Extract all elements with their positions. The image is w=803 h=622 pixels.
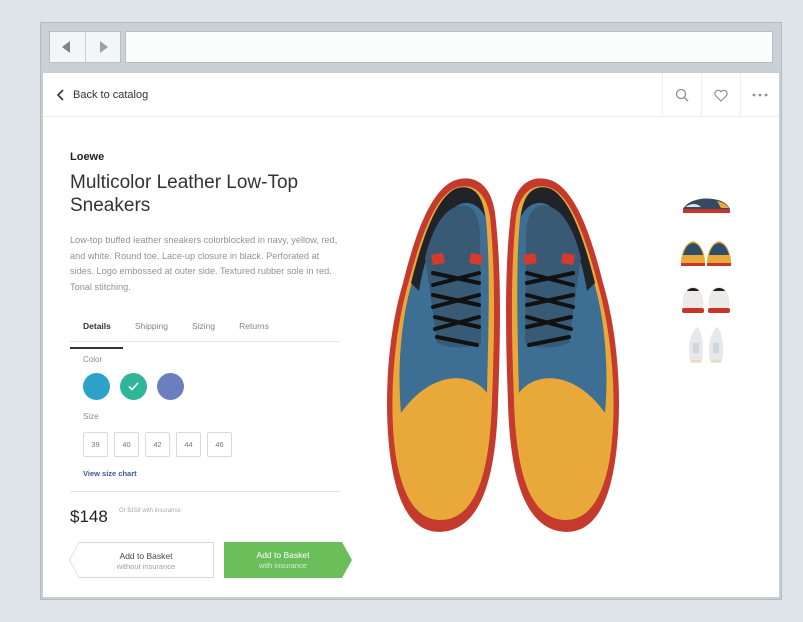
search-button[interactable] [662,73,701,117]
color-swatch[interactable] [120,373,147,400]
size-option[interactable]: 40 [114,432,139,457]
back-arrow-icon [57,89,64,101]
more-button[interactable] [740,73,779,117]
price-divider [70,491,340,492]
product-brand: Loewe [70,151,105,163]
browser-back-button[interactable] [50,32,85,62]
thumbnail-side-view[interactable] [677,183,735,227]
product-title: Multicolor Leather Low-Top Sneakers [70,172,299,216]
wishlist-button[interactable] [701,73,740,117]
size-options: 39 40 42 44 46 [83,432,232,457]
add-to-basket-without-insurance-button[interactable]: Add to Basket without insurance [69,542,214,578]
page-header: Back to catalog [43,73,779,117]
color-swatch[interactable] [83,373,110,400]
checkmark-icon [128,382,139,391]
product-price: $148 [70,507,108,526]
right-sneaker [506,178,619,532]
chevron-right-icon [99,41,108,53]
header-actions [662,73,779,117]
product-description: Low-top buffed leather sneakers colorblo… [70,235,338,292]
color-swatch[interactable] [157,373,184,400]
size-label: Size [83,412,99,421]
thumbnail-top-view[interactable] [677,323,735,367]
size-option[interactable]: 39 [83,432,108,457]
back-to-catalog-link[interactable]: Back to catalog [55,85,148,105]
color-label: Color [83,355,103,364]
tab-sizing[interactable]: Sizing [180,318,227,341]
browser-window: Back to catalog Loewe Multicolor Leather… [40,22,782,600]
browser-nav-buttons [49,31,121,63]
browser-forward-button[interactable] [84,32,121,62]
left-sneaker [387,178,500,532]
button-label: Add to Basket [119,551,173,561]
address-bar[interactable] [125,31,773,63]
back-to-catalog-label: Back to catalog [73,89,149,101]
browser-toolbar [41,23,781,71]
product-main-image [387,178,619,532]
product-tabs: Details Shipping Sizing Returns [70,318,340,349]
button-sublabel: without insurance [116,562,176,571]
thumbnail-front-view[interactable] [677,229,735,273]
chevron-left-icon [62,41,71,53]
size-chart-link[interactable]: View size chart [83,469,137,478]
price-insurance-note: Or $158 with insurance [119,508,181,514]
button-sublabel: with insurance [259,561,307,570]
more-icon [752,93,768,97]
tab-shipping[interactable]: Shipping [123,318,180,341]
size-option[interactable]: 42 [145,432,170,457]
size-option[interactable]: 46 [207,432,232,457]
tab-returns[interactable]: Returns [227,318,281,341]
color-swatches [83,373,184,400]
product-page: Back to catalog Loewe Multicolor Leather… [43,73,779,597]
tab-details[interactable]: Details [70,318,123,349]
button-label: Add to Basket [256,550,310,560]
heart-icon [714,89,728,102]
size-option[interactable]: 44 [176,432,201,457]
thumbnail-back-view[interactable] [677,275,735,319]
search-icon [675,88,689,102]
add-to-basket-with-insurance-button[interactable]: Add to Basket with insurance [224,542,352,578]
